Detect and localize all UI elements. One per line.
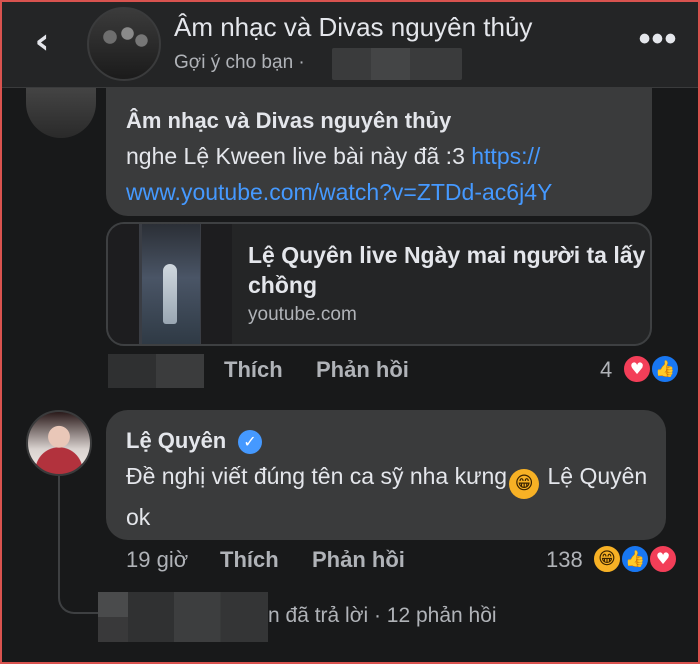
page-subtitle: Gợi ý cho bạn ·: [174, 52, 305, 73]
like-reaction-icon: 👍: [650, 354, 680, 384]
link-card-domain: youtube.com: [248, 304, 357, 325]
grin-emoji-icon: 😁: [509, 469, 540, 499]
comment-text-body: Đề nghị viết đúng tên ca sỹ nha kưng: [126, 463, 508, 489]
thread-connector: [58, 476, 98, 614]
back-icon[interactable]: ‹: [24, 22, 60, 62]
link-preview-card[interactable]: Lệ Quyên live Ngày mai người ta lấy chồn…: [106, 222, 652, 346]
comment-link[interactable]: https://: [471, 143, 540, 169]
comment-author[interactable]: Âm nhạc và Divas nguyên thủy: [126, 108, 451, 134]
link-card-title: Lệ Quyên live Ngày mai người ta lấy chồn…: [248, 242, 646, 298]
app-frame: ‹ Âm nhạc và Divas nguyên thủy Gợi ý cho…: [0, 0, 700, 664]
redacted-replier-name: [128, 592, 268, 642]
heart-reaction-icon: ♥: [648, 544, 678, 574]
comment-text-body: nghe Lệ Kween live bài này đã :3: [126, 143, 472, 169]
comment-timestamp[interactable]: 19 giờ: [126, 547, 188, 573]
like-reaction-icon: 👍: [620, 544, 650, 574]
comment-author[interactable]: Lệ Quyên: [126, 428, 226, 454]
redacted-block: [332, 48, 462, 80]
page-avatar[interactable]: [87, 7, 161, 81]
more-options-icon[interactable]: •••: [630, 22, 686, 64]
like-button[interactable]: Thích: [220, 547, 279, 573]
redacted-timestamp: [108, 354, 204, 388]
view-replies-link[interactable]: n đã trả lời · 12 phản hồi: [268, 604, 497, 628]
comment-text: nghe Lệ Kween live bài này đã :3 https:/…: [126, 138, 646, 210]
reaction-count[interactable]: 4: [600, 357, 612, 383]
comment-text: Đề nghị viết đúng tên ca sỹ nha kưng 😁 Lệ…: [126, 458, 656, 535]
header: ‹ Âm nhạc và Divas nguyên thủy Gợi ý cho…: [2, 2, 698, 88]
commenter-avatar[interactable]: [26, 410, 92, 476]
comment-link-continued[interactable]: www.youtube.com/watch?v=ZTDd-ac6j4Y: [126, 179, 552, 205]
replier-avatar: [98, 592, 128, 642]
page-title[interactable]: Âm nhạc và Divas nguyên thủy: [174, 12, 532, 43]
reaction-count[interactable]: 138: [546, 547, 583, 573]
haha-reaction-icon: 😁: [592, 544, 622, 574]
verified-badge-icon: ✓: [238, 430, 262, 454]
comment-avatar[interactable]: [26, 88, 96, 138]
like-button[interactable]: Thích: [224, 357, 283, 383]
heart-reaction-icon: ♥: [622, 354, 652, 384]
video-thumbnail: [108, 224, 232, 344]
thumbnail-figure: [163, 264, 177, 324]
reply-button[interactable]: Phản hồi: [312, 547, 405, 573]
reply-button[interactable]: Phản hồi: [316, 357, 409, 383]
